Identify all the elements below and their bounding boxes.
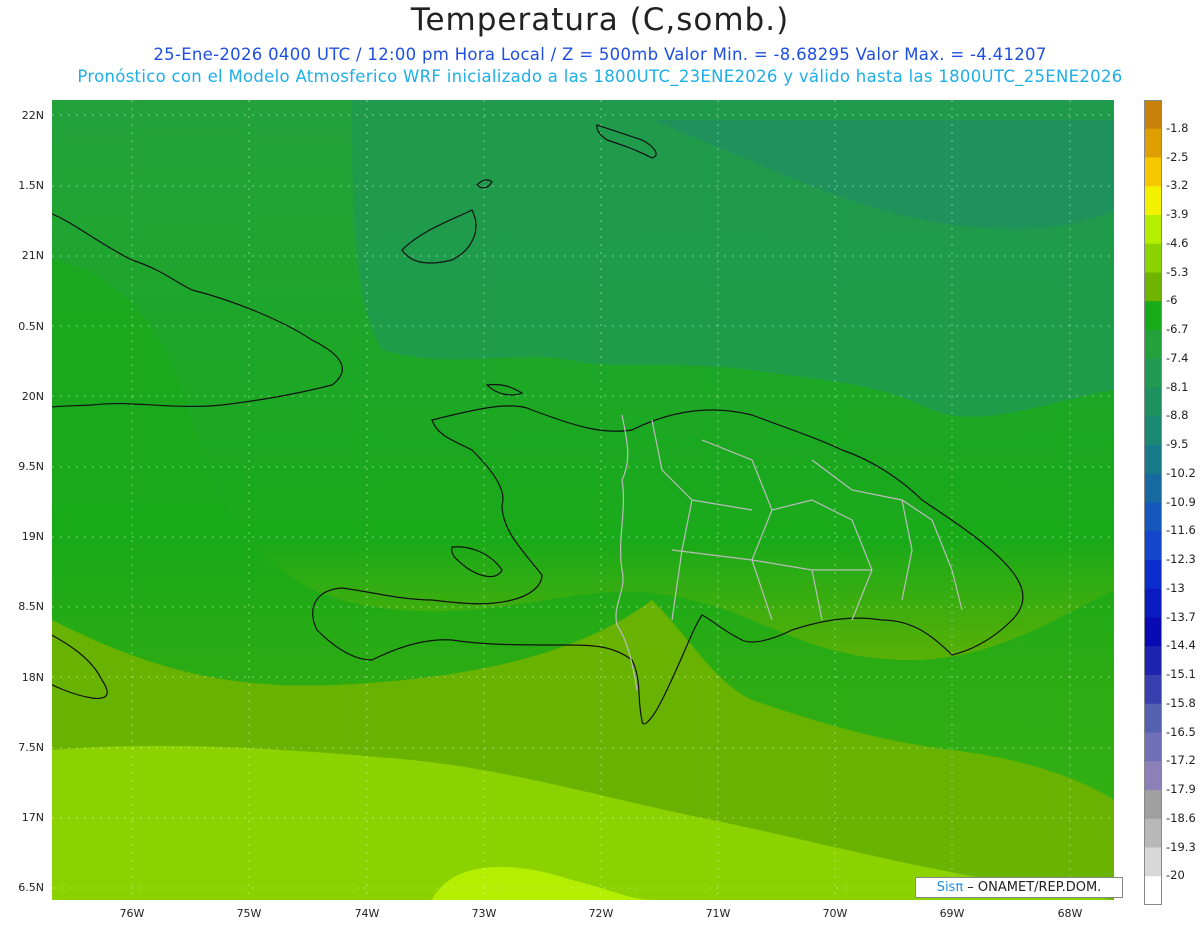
lon-label: 72W	[588, 907, 614, 920]
lat-label: 1.5N	[18, 179, 44, 192]
credit-box: Sisπ – ONAMET/REP.DOM.	[915, 877, 1123, 898]
colorbar-label: -3.9	[1166, 207, 1189, 221]
colorbar-label: -6	[1166, 293, 1178, 308]
lon-label: 76W	[119, 907, 145, 920]
colorbar-label: -19.3	[1166, 839, 1196, 854]
lat-label: 17N	[21, 811, 44, 824]
colorbar-swatch	[1144, 560, 1162, 590]
lon-label: 70W	[822, 907, 848, 920]
lat-label: 6.5N	[18, 881, 44, 894]
colorbar-swatch	[1144, 157, 1162, 187]
lon-label: 71W	[705, 907, 731, 920]
colorbar-swatch	[1144, 387, 1162, 417]
lon-label: 75W	[236, 907, 262, 920]
colorbar-label: -12.3	[1166, 552, 1196, 566]
colorbar-label: -15.1	[1166, 667, 1196, 681]
colorbar-swatch	[1144, 588, 1162, 618]
lat-label: 22N	[21, 109, 44, 122]
colorbar-swatch	[1144, 790, 1162, 820]
credit-text: – ONAMET/REP.DOM.	[963, 880, 1102, 895]
colorbar-label: -11.6	[1166, 523, 1196, 538]
colorbar-label: -6.7	[1166, 322, 1189, 336]
colorbar-label: -8.1	[1166, 379, 1189, 394]
map-title: Temperatura (C,somb.)	[410, 2, 790, 38]
colorbar-label: -4.6	[1166, 235, 1189, 250]
colorbar-swatch	[1144, 818, 1162, 848]
colorbar-swatch	[1144, 215, 1162, 245]
map-subtitle-valid-time: 25-Ene-2026 0400 UTC / 12:00 pm Hora Loc…	[153, 45, 1047, 64]
colorbar-swatch	[1144, 243, 1162, 273]
lat-label: 18N	[21, 671, 44, 684]
colorbar-swatch	[1144, 675, 1162, 705]
colorbar-label: -18.6	[1166, 810, 1196, 825]
colorbar-swatch	[1144, 272, 1162, 302]
colorbar-swatch	[1144, 100, 1162, 130]
temperature-map	[52, 100, 1114, 900]
lat-label: 7.5N	[18, 741, 44, 754]
colorbar-swatch	[1144, 301, 1162, 331]
lon-label: 68W	[1057, 907, 1083, 920]
colorbar-swatch	[1144, 416, 1162, 446]
colorbar-label: -20	[1166, 868, 1185, 883]
colorbar-swatch	[1144, 703, 1162, 733]
colorbar-swatch	[1144, 646, 1162, 676]
colorbar-label: -7.4	[1166, 350, 1189, 365]
colorbar-label: -10.2	[1166, 465, 1196, 480]
lat-label: 21N	[21, 249, 44, 262]
colorbar-swatch	[1144, 761, 1162, 791]
colorbar-swatch	[1144, 876, 1162, 905]
colorbar-label: -14.4	[1166, 638, 1196, 653]
colorbar-swatch	[1144, 473, 1162, 503]
colorbar-swatch	[1144, 330, 1162, 360]
colorbar-swatch	[1144, 445, 1162, 475]
colorbar-label: -5.3	[1166, 264, 1189, 279]
lat-label: 9.5N	[18, 460, 44, 473]
lat-label: 8.5N	[18, 600, 44, 613]
colorbar-label: -13.7	[1166, 609, 1196, 624]
credit-brand: Sisπ	[936, 880, 964, 895]
colorbar-label: -8.8	[1166, 408, 1189, 423]
colorbar-label: -2.5	[1166, 149, 1189, 164]
colorbar-swatch	[1144, 617, 1162, 647]
colorbar-label: -13	[1166, 580, 1185, 595]
colorbar-swatch	[1144, 128, 1162, 158]
lat-label: 0.5N	[18, 320, 44, 333]
colorbar-swatch	[1144, 358, 1162, 388]
map-subtitle-model-run: Pronóstico con el Modelo Atmosferico WRF…	[77, 67, 1123, 86]
colorbar-label: -3.2	[1166, 178, 1189, 193]
colorbar-label: -17.9	[1166, 782, 1196, 796]
colorbar-label: -10.9	[1166, 494, 1196, 509]
colorbar-swatch	[1144, 502, 1162, 532]
colorbar-label: -15.8	[1166, 695, 1196, 710]
colorbar-swatch	[1144, 531, 1162, 561]
colorbar-label: -17.2	[1166, 753, 1196, 768]
lon-label: 69W	[939, 907, 965, 920]
colorbar-swatch	[1144, 732, 1162, 762]
colorbar-label: -16.5	[1166, 724, 1196, 739]
lon-label: 73W	[471, 907, 497, 920]
colorbar-swatch	[1144, 847, 1162, 877]
colorbar-swatch	[1144, 186, 1162, 216]
lon-label: 74W	[354, 907, 380, 920]
lat-label: 20N	[21, 390, 44, 403]
lat-label: 19N	[21, 530, 44, 543]
colorbar-label: -9.5	[1166, 437, 1189, 451]
colorbar-label: -1.8	[1166, 120, 1189, 135]
colorbar	[1144, 100, 1162, 905]
